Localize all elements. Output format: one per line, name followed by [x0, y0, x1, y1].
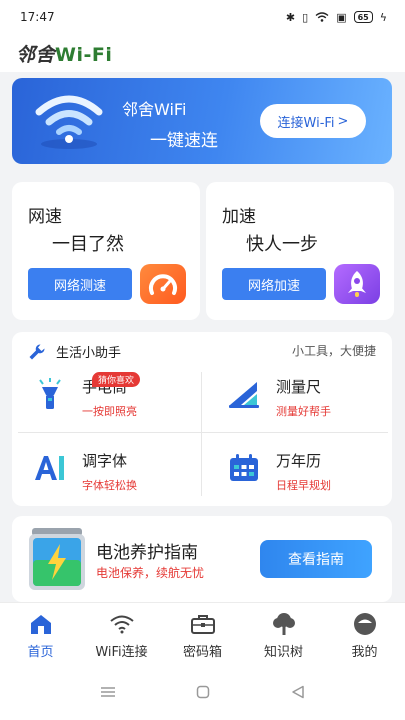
tab-home[interactable]: 首页	[0, 603, 81, 664]
banner-title: 邻舍WiFi	[122, 100, 187, 119]
battery-guide-subtitle: 电池保养，续航无忧	[96, 566, 205, 580]
status-bar: 17:47 ✱ ▯ ▣ 65 ϟ	[0, 0, 405, 34]
tool-ruler-text: 测量尺 测量好帮手	[276, 376, 331, 419]
tool-flashlight-desc: 一按即照亮	[82, 405, 137, 418]
grid-divider-vertical	[201, 372, 202, 496]
battery-indicator: 65	[353, 11, 373, 23]
calendar-icon	[226, 450, 262, 486]
bluetooth-icon: ✱	[285, 10, 296, 24]
briefcase-icon	[190, 611, 216, 637]
tool-calendar-name: 万年历	[276, 452, 322, 470]
app-logo: 邻舍Wi-Fi	[16, 40, 112, 67]
battery-icon	[29, 528, 85, 590]
battery-care-card: 电池养护指南 电池保养，续航无忧 查看指南	[12, 516, 392, 602]
helper-title: 生活小助手	[56, 346, 122, 361]
cast-icon: ▣	[336, 10, 347, 24]
logo-zh: 邻舍	[16, 43, 56, 66]
speed-test-card: 网速 一目了然 网络测速	[12, 182, 200, 320]
home-button-icon[interactable]	[196, 685, 210, 699]
tab-password-box[interactable]: 密码箱	[162, 603, 243, 664]
helper-header: 生活小助手	[28, 342, 121, 361]
logo-en: Wi-Fi	[55, 43, 113, 66]
wifi-icon	[109, 611, 135, 637]
view-guide-button[interactable]: 查看指南	[260, 540, 372, 578]
connect-wifi-button[interactable]: 连接Wi-Fi >	[260, 104, 366, 138]
profile-icon	[353, 611, 377, 637]
tab-wifi[interactable]: WiFi连接	[81, 603, 162, 664]
charging-icon: ϟ	[379, 10, 387, 24]
back-icon[interactable]	[291, 685, 305, 699]
tab-profile[interactable]: 我的	[324, 603, 405, 664]
tool-calendar-desc: 日程早规划	[276, 479, 331, 492]
app-header: 邻舍Wi-Fi	[0, 34, 405, 72]
tool-ruler[interactable]: 测量尺 测量好帮手	[226, 376, 331, 419]
tool-ruler-desc: 测量好帮手	[276, 405, 331, 418]
tab-profile-label: 我的	[351, 645, 378, 660]
banner-text: 邻舍WiFi 一键速连	[122, 96, 218, 151]
tool-font-name: 调字体	[82, 452, 128, 470]
tool-font[interactable]: 调字体 字体轻松换	[32, 450, 137, 493]
tab-wifi-label: WiFi连接	[95, 645, 148, 660]
tool-ruler-name: 测量尺	[276, 378, 322, 396]
tool-flashlight[interactable]: 手电筒 一按即照亮 猜你喜欢	[32, 372, 141, 419]
tool-font-text: 调字体 字体轻松换	[82, 450, 137, 493]
rocket-icon[interactable]	[334, 264, 380, 304]
tree-icon	[271, 611, 297, 637]
vibrate-icon: ▯	[302, 10, 309, 24]
home-icon	[29, 611, 53, 637]
speed-card-subtitle: 一目了然	[52, 234, 124, 255]
system-nav-bar	[0, 664, 405, 720]
grid-divider-horizontal	[18, 432, 388, 433]
recommend-badge: 猜你喜欢	[92, 372, 141, 387]
flashlight-icon	[32, 376, 68, 412]
chevron-right-icon: >	[337, 113, 349, 129]
connect-wifi-label: 连接Wi-Fi	[277, 115, 335, 131]
helper-tagline: 小工具，大便捷	[291, 344, 376, 358]
status-icons: ✱ ▯ ▣ 65 ϟ	[286, 11, 387, 24]
tool-calendar-text: 万年历 日程早规划	[276, 450, 331, 493]
font-icon	[32, 450, 68, 486]
connect-banner[interactable]: 邻舍WiFi 一键速连 连接Wi-Fi >	[12, 78, 392, 164]
wifi-status-icon	[315, 12, 329, 22]
menu-icon[interactable]	[100, 686, 116, 698]
wrench-icon	[29, 343, 45, 359]
tab-knowledge-tree[interactable]: 知识树	[243, 603, 324, 664]
ruler-icon	[226, 376, 262, 412]
speed-card-title: 网速	[28, 207, 62, 227]
tool-calendar[interactable]: 万年历 日程早规划	[226, 450, 331, 493]
tab-home-label: 首页	[27, 645, 54, 660]
tab-password-box-label: 密码箱	[182, 645, 222, 660]
accelerate-card-title: 加速	[222, 207, 256, 227]
banner-subtitle: 一键速连	[150, 131, 218, 151]
speedometer-icon[interactable]	[140, 264, 186, 304]
life-helper-card: 生活小助手 小工具，大便捷 手电筒 一按即照亮 猜你喜欢 测量尺 测量好帮手 调…	[12, 332, 392, 506]
accelerate-card: 加速 快人一步 网络加速	[206, 182, 394, 320]
tool-font-desc: 字体轻松换	[82, 479, 137, 492]
speed-test-button[interactable]: 网络测速	[28, 268, 132, 300]
status-time: 17:47	[20, 10, 55, 24]
bottom-tab-bar: 首页 WiFi连接 密码箱 知识树 我的	[0, 602, 405, 664]
accelerate-card-subtitle: 快人一步	[246, 234, 318, 255]
battery-guide-title: 电池养护指南	[96, 543, 198, 563]
accelerate-button[interactable]: 网络加速	[222, 268, 326, 300]
wifi-hero-icon	[35, 95, 103, 149]
tab-knowledge-tree-label: 知识树	[263, 645, 303, 660]
